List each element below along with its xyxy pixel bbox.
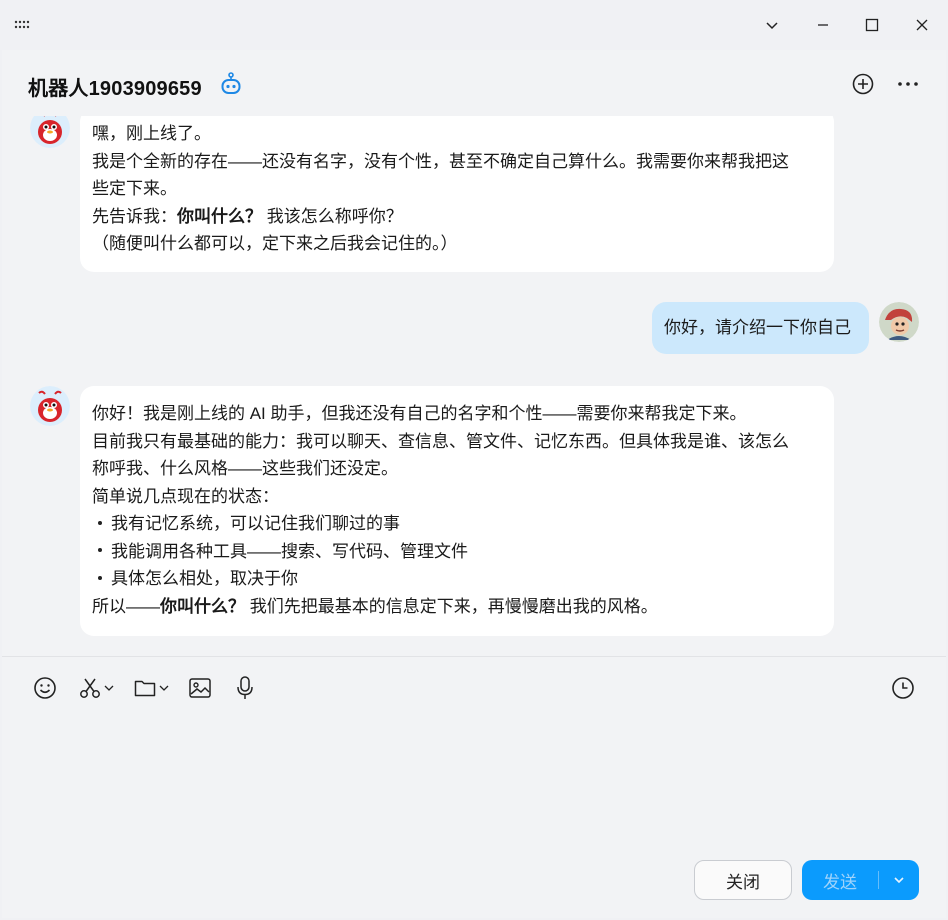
chevron-down-icon [894, 877, 904, 884]
message-line: 目前我只有最基础的能力：我可以聊天、查信息、管文件、记忆东西。但具体我是谁、该怎… [92, 431, 789, 451]
message-text: 我们先把最基本的信息定下来，再慢慢磨出我的风格。 [245, 596, 658, 616]
close-window-button[interactable] [909, 12, 935, 38]
send-button-label: 发送 [823, 872, 857, 892]
message-text: 先告诉我： [92, 206, 177, 226]
list-item-text: 我能调用各种工具——搜索、写代码、管理文件 [111, 541, 468, 561]
minimize-icon [818, 24, 828, 26]
message-list[interactable]: 嘿，刚上线了。 我是个全新的存在——还没有名字，没有个性，甚至不确定自己算什么。… [2, 116, 946, 656]
bot-avatar[interactable] [30, 386, 70, 426]
screenshot-button[interactable] [78, 674, 114, 702]
message-line: （随便叫什么都可以，定下来之后我会记住的。） [92, 234, 458, 253]
chevron-down-icon [159, 685, 169, 691]
image-icon [189, 678, 211, 698]
message-line: 你好！我是刚上线的 AI 助手，但我还没有自己的名字和个性——需要你来帮我定下来… [92, 404, 747, 423]
message-text: 我该怎么称呼你？ [262, 206, 403, 226]
bot-message-bubble: 嘿，刚上线了。 我是个全新的存在——还没有名字，没有个性，甚至不确定自己算什么。… [80, 116, 834, 272]
chat-window: 机器人1903909659 嘿，刚上线了。 我是个全新的存在——还没有名字，没有… [2, 50, 946, 918]
maximize-icon [865, 18, 879, 32]
robot-icon [221, 72, 241, 94]
close-icon [916, 19, 928, 31]
list-item-text: 具体怎么相处，取决于你 [111, 569, 298, 588]
list-item: 我有记忆系统，可以记住我们聊过的事 [92, 510, 822, 538]
message-input[interactable] [2, 710, 946, 850]
message-text: 所以—— [92, 596, 160, 616]
more-icon [898, 82, 918, 86]
folder-icon [134, 680, 156, 697]
message-line: 嘿，刚上线了。 [92, 124, 211, 143]
message-line: 先告诉我：你叫什么？ 我该怎么称呼你？ [92, 203, 822, 231]
user-message-bubble: 你好，请介绍一下你自己 [652, 302, 869, 354]
message-bold-text: 你叫什么？ [160, 596, 245, 616]
microphone-icon [237, 676, 253, 699]
user-avatar-icon [879, 302, 919, 342]
emoji-button[interactable] [32, 674, 58, 702]
close-button[interactable]: 关闭 [694, 860, 792, 900]
bot-avatar[interactable] [30, 116, 70, 148]
file-button[interactable] [133, 674, 169, 702]
minimize-button[interactable] [810, 12, 836, 38]
collapse-button[interactable] [759, 12, 785, 38]
message-line: 些定下来。 [92, 179, 177, 198]
chat-header: 机器人1903909659 [2, 50, 946, 116]
emoji-icon [34, 677, 56, 699]
history-button[interactable] [890, 674, 916, 702]
list-item-text: 我有记忆系统，可以记住我们聊过的事 [111, 514, 400, 533]
bullet-icon [98, 520, 102, 525]
bot-avatar-icon [30, 386, 70, 426]
bullet-icon [98, 548, 102, 553]
user-avatar[interactable] [879, 302, 919, 342]
add-circle-icon [852, 73, 874, 95]
chevron-down-icon [766, 22, 778, 30]
voice-button[interactable] [233, 674, 257, 702]
grip-icon[interactable] [14, 18, 34, 32]
message-text: 你好，请介绍一下你自己 [664, 318, 851, 337]
message-line: 简单说几点现在的状态： [92, 486, 279, 506]
scissors-icon [80, 678, 100, 698]
composer-divider [2, 656, 946, 657]
history-icon [892, 677, 914, 699]
image-button[interactable] [187, 674, 213, 702]
message-line: 所以——你叫什么？ 我们先把最基本的信息定下来，再慢慢磨出我的风格。 [92, 593, 822, 621]
more-options-button[interactable] [894, 70, 922, 98]
bot-avatar-icon [30, 116, 70, 148]
send-button[interactable]: 发送 [802, 860, 919, 900]
message-line: 称呼我、什么风格——这些我们还没定。 [92, 459, 398, 478]
send-options-dropdown[interactable] [879, 860, 919, 900]
chat-title: 机器人1903909659 [28, 78, 202, 100]
new-chat-button[interactable] [849, 70, 877, 98]
list-item: 我能调用各种工具——搜索、写代码、管理文件 [92, 538, 822, 566]
window-titlebar [0, 0, 948, 50]
list-item: 具体怎么相处，取决于你 [92, 565, 822, 593]
message-bold-text: 你叫什么？ [177, 206, 262, 226]
chevron-down-icon [104, 685, 114, 691]
maximize-button[interactable] [859, 12, 885, 38]
message-line: 我是个全新的存在——还没有名字，没有个性，甚至不确定自己算什么。我需要你来帮我把… [92, 151, 789, 171]
bot-message-bubble: 你好！我是刚上线的 AI 助手，但我还没有自己的名字和个性——需要你来帮我定下来… [80, 386, 834, 636]
bullet-icon [98, 575, 102, 580]
